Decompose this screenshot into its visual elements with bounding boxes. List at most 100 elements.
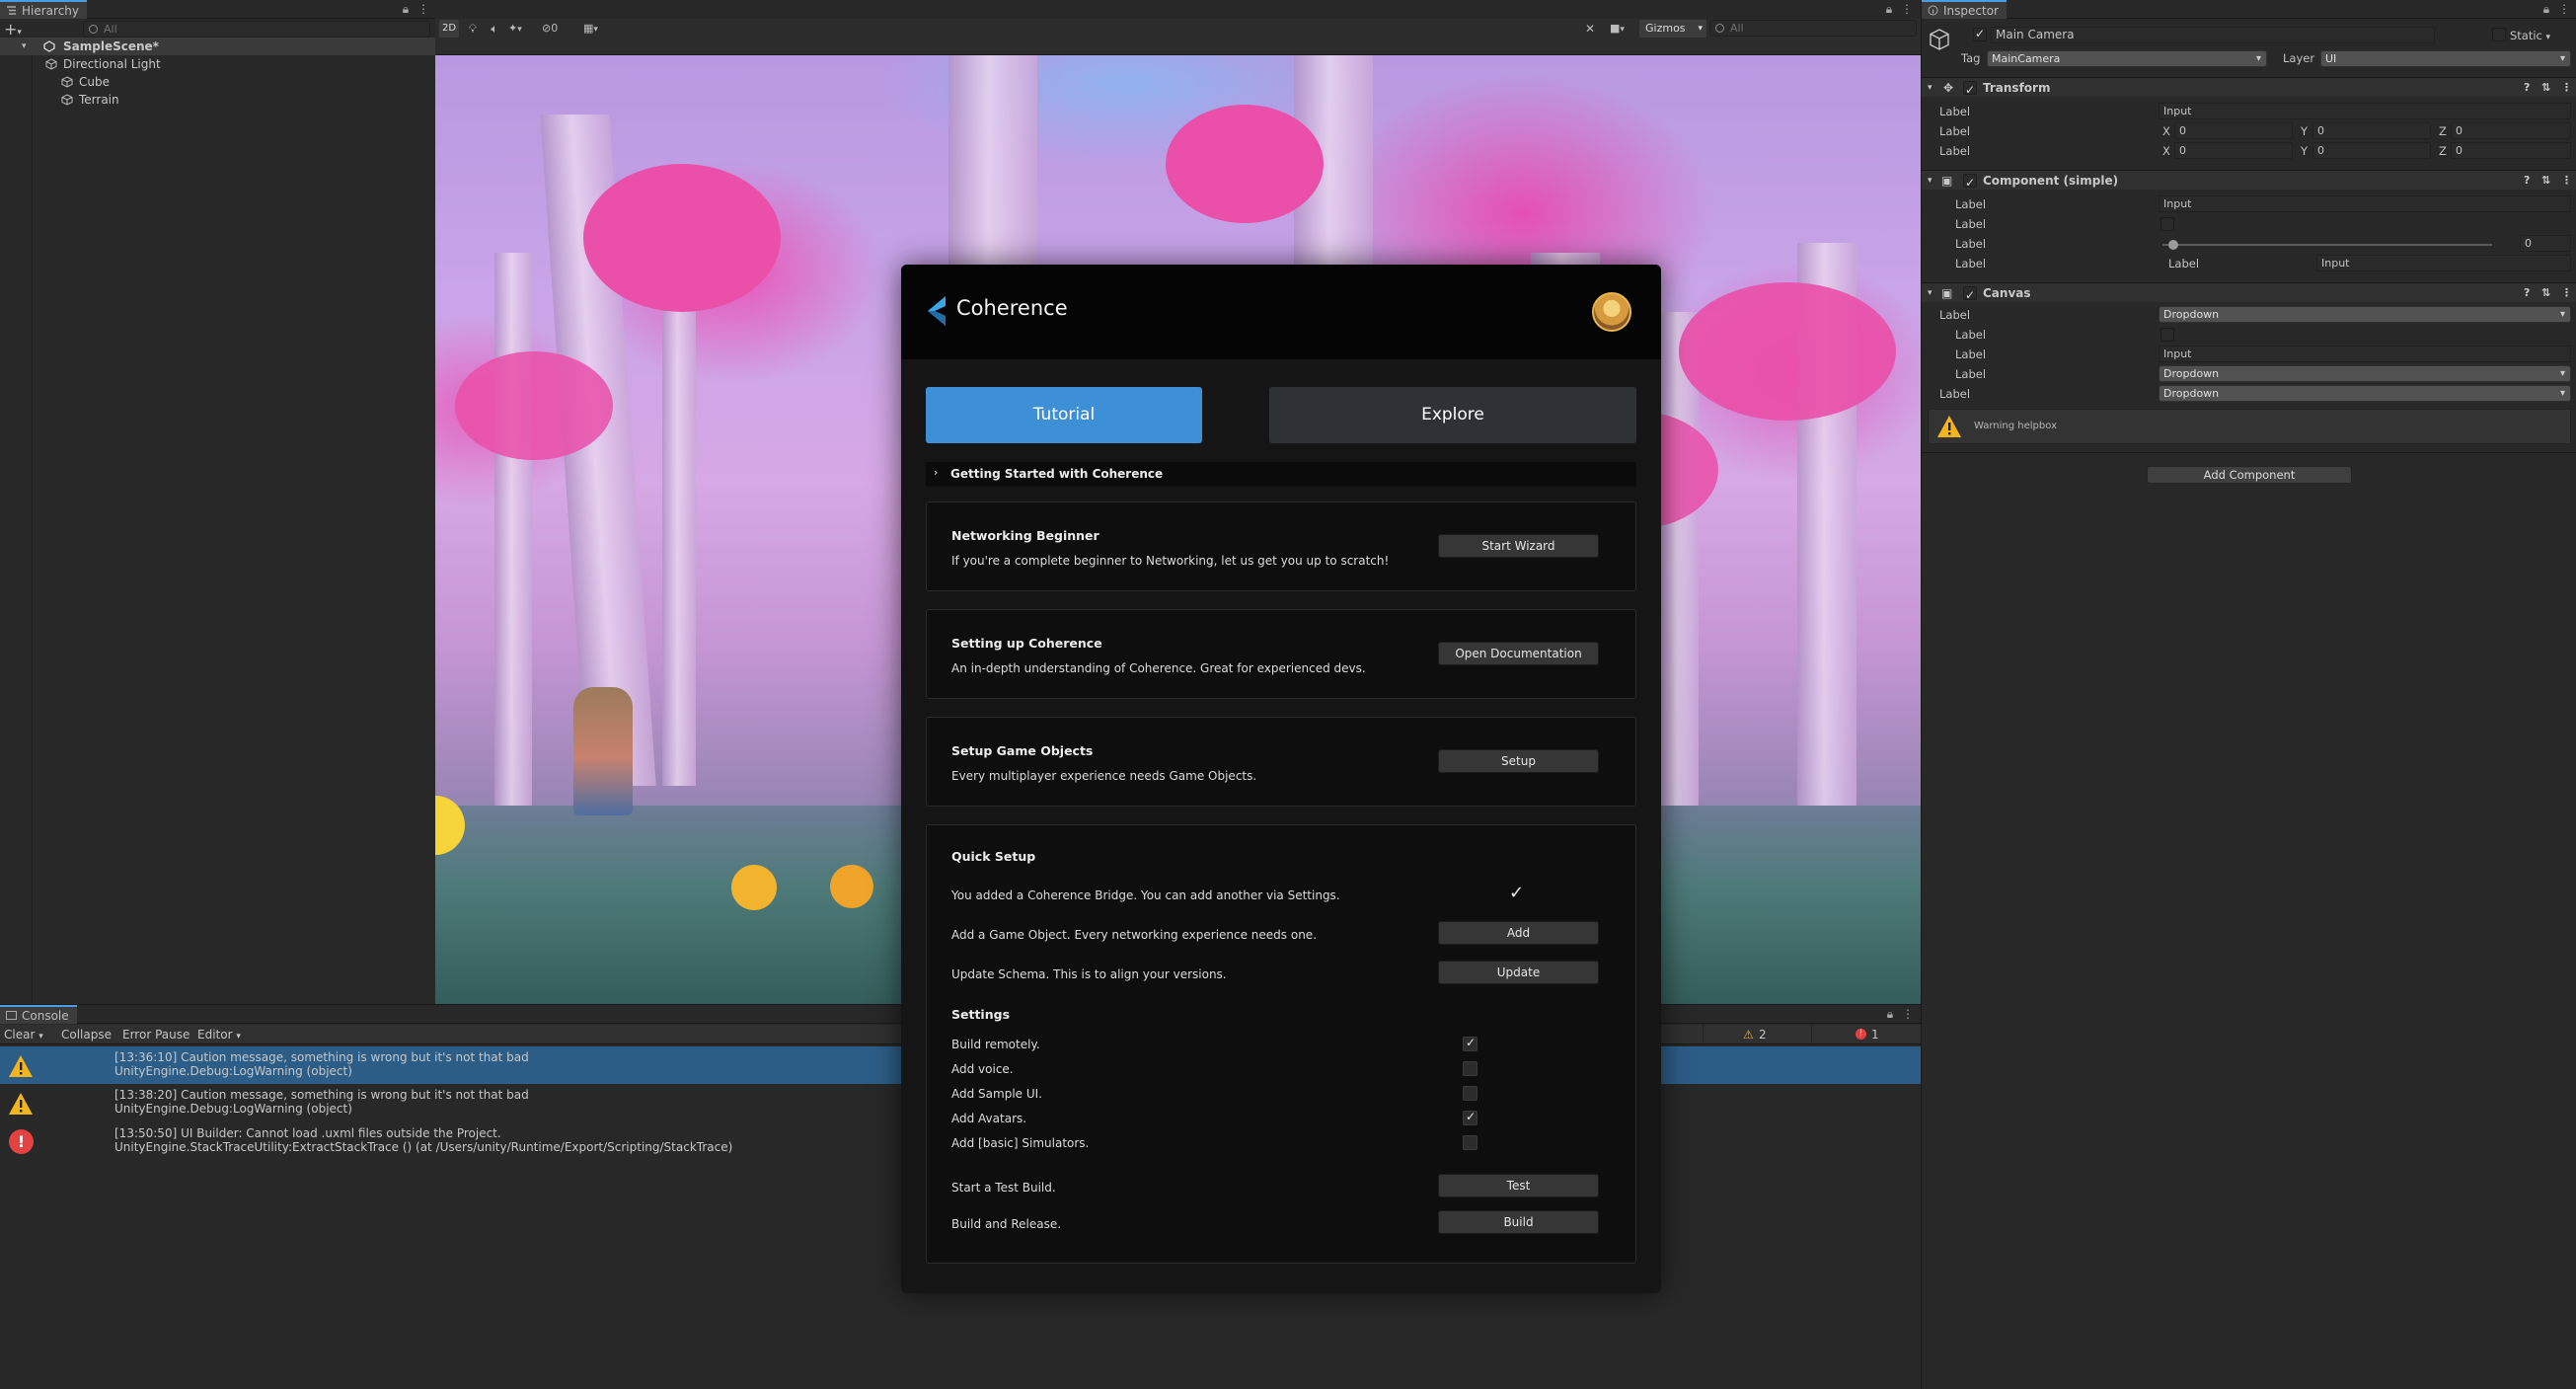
simple-checkbox[interactable] bbox=[2160, 217, 2174, 231]
start-wizard-button[interactable]: Start Wizard bbox=[1438, 534, 1599, 558]
kebab-menu-icon[interactable]: ⋮ bbox=[1901, 1007, 1915, 1021]
hierarchy-search-input[interactable]: All bbox=[83, 21, 430, 38]
lock-icon[interactable]: 🔒︎ bbox=[1882, 2, 1896, 16]
lock-icon[interactable]: 🔒︎ bbox=[1883, 1007, 1897, 1021]
add-component-button[interactable]: Add Component bbox=[2147, 466, 2352, 484]
brand-title: Coherence bbox=[956, 296, 1068, 320]
kebab-menu-icon[interactable]: ⋮ bbox=[417, 2, 430, 16]
preset-icon[interactable]: ⇅ bbox=[2541, 78, 2550, 98]
simple-input[interactable]: Input bbox=[2159, 195, 2571, 212]
getting-started-foldout[interactable]: › Getting Started with Coherence bbox=[926, 462, 1636, 487]
hierarchy-item-terrain[interactable]: Terrain bbox=[0, 91, 119, 109]
transform-component-header[interactable]: ▾ ✥ Transform ? ⇅ ⋮ bbox=[1922, 77, 2576, 100]
lock-icon[interactable]: 🔒︎ bbox=[2539, 2, 2553, 16]
tab-tutorial[interactable]: Tutorial bbox=[926, 387, 1202, 443]
help-icon[interactable]: ? bbox=[2524, 171, 2530, 191]
canvas-checkbox[interactable] bbox=[2160, 328, 2174, 342]
tag-dropdown[interactable]: MainCamera bbox=[1987, 50, 2267, 67]
add-button[interactable]: Add bbox=[1438, 921, 1599, 945]
static-dropdown[interactable]: Static ▾ bbox=[2510, 27, 2550, 46]
position-x-field[interactable]: 0 bbox=[2174, 122, 2293, 139]
lock-icon[interactable]: 🔒︎ bbox=[399, 2, 413, 16]
layer-dropdown[interactable]: UI bbox=[2320, 50, 2571, 67]
open-documentation-button[interactable]: Open Documentation bbox=[1438, 642, 1599, 665]
add-avatars-checkbox[interactable] bbox=[1463, 1110, 1477, 1125]
position-z-field[interactable]: 0 bbox=[2451, 122, 2571, 139]
tools-icon[interactable]: ✕ bbox=[1580, 20, 1600, 38]
layer-label: Layer bbox=[2283, 51, 2315, 65]
error-count-toggle[interactable]: ! 1 bbox=[1811, 1025, 1920, 1044]
canvas-input[interactable]: Input bbox=[2159, 346, 2571, 362]
slider-value-field[interactable]: 0 bbox=[2520, 235, 2571, 252]
setup-button[interactable]: Setup bbox=[1438, 749, 1599, 773]
position-y-field[interactable]: 0 bbox=[2312, 122, 2431, 139]
warning-count-toggle[interactable]: ⚠ 2 bbox=[1703, 1025, 1811, 1044]
canvas-dropdown[interactable]: Dropdown bbox=[2159, 365, 2571, 382]
tab-console[interactable]: Console bbox=[0, 1005, 77, 1024]
chevron-down-icon: ▾ bbox=[22, 41, 27, 51]
card-networking-beginner: Networking Beginner If you're a complete… bbox=[926, 502, 1636, 591]
build-remotely-checkbox[interactable] bbox=[1463, 1036, 1477, 1051]
help-icon[interactable]: ? bbox=[2524, 283, 2530, 303]
tab-explore[interactable]: Explore bbox=[1269, 387, 1636, 443]
update-button[interactable]: Update bbox=[1438, 961, 1599, 984]
slider-track[interactable] bbox=[2162, 240, 2492, 250]
simple-input[interactable]: Input bbox=[2316, 255, 2571, 271]
preset-icon[interactable]: ⇅ bbox=[2541, 283, 2550, 303]
component-title: Canvas bbox=[1983, 286, 2031, 300]
canvas-dropdown[interactable]: Dropdown bbox=[2159, 306, 2571, 323]
console-message-text: [13:50:50] UI Builder: Cannot load .uxml… bbox=[114, 1126, 501, 1140]
collapse-button[interactable]: Collapse bbox=[61, 1025, 112, 1044]
hierarchy-item-scene[interactable]: ▾ SampleScene* bbox=[0, 38, 435, 55]
component-title: Component (simple) bbox=[1983, 174, 2119, 188]
rotation-y-field[interactable]: 0 bbox=[2312, 142, 2431, 159]
hierarchy-item-cube[interactable]: Cube bbox=[0, 73, 110, 91]
canvas-dropdown[interactable]: Dropdown bbox=[2159, 385, 2571, 402]
component-enabled-checkbox[interactable] bbox=[1963, 285, 1977, 305]
kebab-menu-icon[interactable]: ⋮ bbox=[1900, 2, 1914, 16]
axis-label: Y bbox=[2301, 124, 2309, 138]
build-button[interactable]: Build bbox=[1438, 1210, 1599, 1234]
canvas-component-header[interactable]: ▾ ▣ Canvas ? ⇅ ⋮ bbox=[1922, 282, 2576, 305]
lighting-icon[interactable]: 💡︎ bbox=[463, 20, 483, 38]
gizmos-dropdown[interactable]: Gizmos ▾ bbox=[1639, 20, 1706, 38]
tab-hierarchy[interactable]: Hierarchy bbox=[0, 0, 88, 19]
rotation-z-field[interactable]: 0 bbox=[2451, 142, 2571, 159]
kebab-menu-icon[interactable]: ⋮ bbox=[2557, 2, 2571, 16]
grid-dropdown[interactable]: ▦▾ bbox=[583, 20, 613, 38]
hidden-objects-toggle[interactable]: ⊘0 bbox=[542, 20, 575, 38]
add-sample-ui-checkbox[interactable] bbox=[1463, 1086, 1477, 1101]
kebab-menu-icon[interactable]: ⋮ bbox=[2561, 171, 2572, 191]
simple-component-header[interactable]: ▾ ▣ Component (simple) ? ⇅ ⋮ bbox=[1922, 170, 2576, 193]
toggle-2d-button[interactable]: 2D bbox=[439, 20, 459, 38]
effects-dropdown[interactable]: ✦▾ bbox=[508, 20, 536, 38]
camera-dropdown[interactable]: ■▾ bbox=[1610, 20, 1637, 38]
transform-input[interactable]: Input bbox=[2159, 103, 2571, 119]
clear-button[interactable]: Clear ▾ bbox=[4, 1025, 43, 1046]
preset-icon[interactable]: ⇅ bbox=[2541, 171, 2550, 191]
tab-inspector[interactable]: Inspector bbox=[1922, 0, 2007, 19]
editor-dropdown[interactable]: Editor ▾ bbox=[197, 1025, 241, 1046]
audio-icon[interactable]: 🔈︎ bbox=[485, 20, 504, 38]
object-name-field[interactable]: Main Camera bbox=[1991, 27, 2435, 43]
active-checkbox[interactable] bbox=[1973, 27, 1987, 41]
help-icon[interactable]: ? bbox=[2524, 78, 2530, 98]
slider-thumb[interactable] bbox=[2168, 240, 2179, 250]
test-button[interactable]: Test bbox=[1438, 1174, 1599, 1197]
static-checkbox[interactable] bbox=[2492, 28, 2506, 41]
add-simulators-checkbox[interactable] bbox=[1463, 1135, 1477, 1150]
gameobject-cube-icon bbox=[61, 94, 73, 106]
add-game-object-text: Add a Game Object. Every networking expe… bbox=[951, 928, 1318, 942]
add-voice-checkbox[interactable] bbox=[1463, 1061, 1477, 1076]
add-button[interactable]: +▾ bbox=[4, 20, 22, 39]
kebab-menu-icon[interactable]: ⋮ bbox=[2561, 283, 2572, 303]
component-enabled-checkbox[interactable] bbox=[1963, 173, 1977, 193]
hierarchy-item-directional-light[interactable]: Directional Light bbox=[0, 55, 161, 73]
scene-search-input[interactable]: All bbox=[1709, 20, 1917, 37]
avatar[interactable] bbox=[1592, 292, 1631, 332]
rotation-x-field[interactable]: 0 bbox=[2174, 142, 2293, 159]
component-enabled-checkbox[interactable] bbox=[1963, 80, 1977, 100]
kebab-menu-icon[interactable]: ⋮ bbox=[2561, 78, 2572, 98]
creature bbox=[830, 865, 873, 908]
error-pause-button[interactable]: Error Pause bbox=[122, 1025, 189, 1044]
